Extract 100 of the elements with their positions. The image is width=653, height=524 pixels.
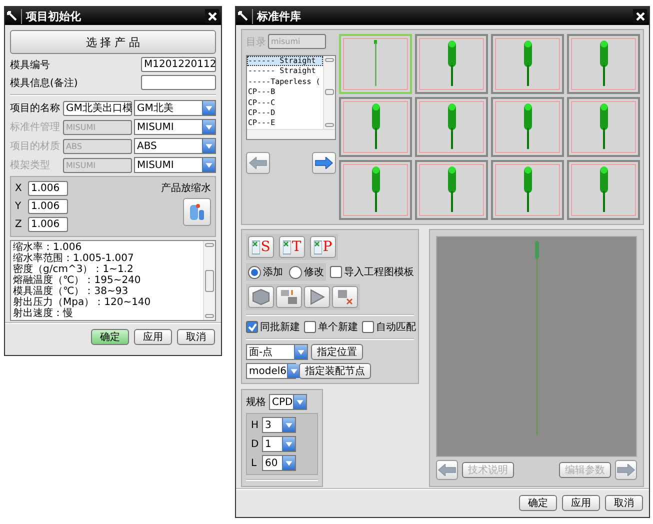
dropdown[interactable]: CPD: [269, 394, 307, 410]
dialog-button[interactable]: 取消: [177, 329, 215, 345]
cube-delete-icon: [337, 289, 353, 305]
param-label: D: [251, 438, 259, 450]
cubes-icon: [280, 289, 298, 305]
dialog-button[interactable]: 确定: [91, 329, 129, 345]
caret-icon: [282, 437, 295, 451]
close-button[interactable]: [205, 9, 219, 23]
checkbox[interactable]: [304, 321, 316, 333]
excel-template-button[interactable]: S: [248, 236, 274, 258]
checkbox-label: 单个新建: [318, 320, 358, 334]
field-label: 标准件管理: [10, 120, 61, 134]
note-line: 密度（g/cm^3）：1~1.2: [13, 264, 134, 275]
param-label: L: [251, 458, 258, 468]
dropdown[interactable]: GM北美: [134, 100, 216, 116]
tool-button[interactable]: [248, 286, 274, 308]
radio-label: 修改: [304, 266, 324, 279]
note-line: 射出速度：慢: [13, 308, 74, 319]
field-label: 项目的名称: [10, 102, 61, 115]
checkbox-label: 自动匹配: [376, 321, 416, 334]
notes-box[interactable]: 缩水率：1.006 缩水率范围：1.005-1.007 密度（g/cm^3）：1~1.2 熔融温度（℃）：195~240 模具温度（℃）：38~93 射出压力（Mpa）：120~140 射出速度：慢: [10, 240, 216, 321]
caret-icon: [293, 395, 306, 409]
play-icon: [309, 289, 325, 305]
excel-template-button[interactable]: P: [310, 236, 336, 258]
part-thumbnail[interactable]: [415, 97, 488, 157]
dialog-button[interactable]: 应用: [134, 329, 172, 345]
set-position-button[interactable]: 指定位置: [311, 344, 363, 360]
caret-icon: [202, 120, 215, 134]
axis-label: X: [15, 183, 23, 194]
param-label: H: [251, 420, 259, 430]
note-line: 熔融温度（℃）：195~240: [13, 275, 142, 286]
part-thumbnail[interactable]: [491, 160, 564, 220]
part-thumbnail[interactable]: [567, 160, 640, 220]
sheet-icon: [314, 239, 322, 255]
dropdown[interactable]: 3: [262, 417, 296, 433]
note-line: 射出压力（Mpa）：120~140: [13, 297, 152, 308]
dropdown[interactable]: 面-点: [246, 344, 308, 360]
pin-drawing: [598, 102, 610, 150]
dropdown[interactable]: 60: [262, 455, 296, 471]
scrollbar[interactable]: [203, 241, 215, 320]
right-arrow-icon: [617, 464, 635, 476]
cube-icon: [252, 289, 270, 305]
close-button[interactable]: [633, 9, 647, 23]
note-line: 模具温度（℃）：38~93: [13, 286, 130, 297]
pin-drawing: [522, 102, 534, 150]
input-field[interactable]: 1.006: [28, 199, 68, 214]
right-arrow-icon: [315, 156, 333, 169]
dialog-button[interactable]: 取消: [605, 495, 643, 511]
sheet-icon: [252, 239, 260, 255]
shrink-label: 产品放缩水: [161, 182, 211, 195]
part-thumbnail[interactable]: [491, 34, 564, 94]
input-field[interactable]: GM北美出口模: [63, 100, 132, 116]
checkbox-label: 同批新建: [260, 320, 300, 334]
scrollbar[interactable]: [323, 56, 335, 129]
note-line: 缩水率范围：1.005-1.007: [13, 253, 135, 264]
sheet-icon: [282, 239, 291, 255]
caret-icon: [286, 364, 300, 378]
caret-icon: [202, 139, 215, 153]
pin-drawing: [370, 102, 382, 150]
tool-button[interactable]: [276, 286, 302, 308]
input-field[interactable]: 1.006: [28, 181, 68, 196]
pin-drawing: [372, 39, 380, 87]
checkbox[interactable]: [246, 321, 258, 333]
radio-button[interactable]: [248, 266, 261, 278]
axis-label: Y: [15, 201, 22, 212]
part-thumbnail[interactable]: [339, 34, 412, 94]
part-thumbnail[interactable]: [415, 34, 488, 94]
checkbox[interactable]: [362, 321, 374, 333]
radio-button[interactable]: [289, 266, 302, 278]
next-button[interactable]: [312, 152, 336, 174]
part-thumbnail[interactable]: [339, 160, 412, 220]
input-field[interactable]: 1.006: [28, 217, 68, 232]
check-icon: [248, 322, 256, 332]
part-thumbnail[interactable]: [567, 34, 640, 94]
excel-template-button[interactable]: T: [279, 236, 305, 258]
shrink-button[interactable]: [183, 198, 211, 226]
part-thumbnail[interactable]: [339, 97, 412, 157]
dropdown[interactable]: 1: [262, 436, 296, 452]
scrollbar[interactable]: [247, 128, 335, 139]
checkbox[interactable]: [330, 266, 342, 278]
caret-icon: [294, 345, 307, 359]
caret-icon: [202, 101, 215, 115]
set-node-button[interactable]: 指定装配节点: [299, 363, 371, 379]
left-arrow-icon: [438, 464, 456, 476]
field-label: 模具信息(备注): [10, 76, 79, 90]
cylinders-icon: [188, 203, 206, 221]
part-thumbnail[interactable]: [491, 97, 564, 157]
dialog-button[interactable]: 应用: [562, 495, 600, 511]
pin-drawing: [370, 165, 382, 213]
pin-drawing: [598, 39, 610, 87]
input-field[interactable]: M1201220112: [141, 57, 216, 72]
dialog-button[interactable]: 确定: [519, 495, 557, 511]
field-label: 模具编号: [10, 58, 51, 72]
input-field[interactable]: [141, 75, 216, 90]
tool-button[interactable]: [332, 286, 358, 308]
part-thumbnail[interactable]: [415, 160, 488, 220]
caret-icon: [282, 418, 295, 432]
tool-button[interactable]: [304, 286, 330, 308]
part-thumbnail[interactable]: [567, 97, 640, 157]
select-product-button[interactable]: 选 择 产 品: [10, 30, 216, 54]
